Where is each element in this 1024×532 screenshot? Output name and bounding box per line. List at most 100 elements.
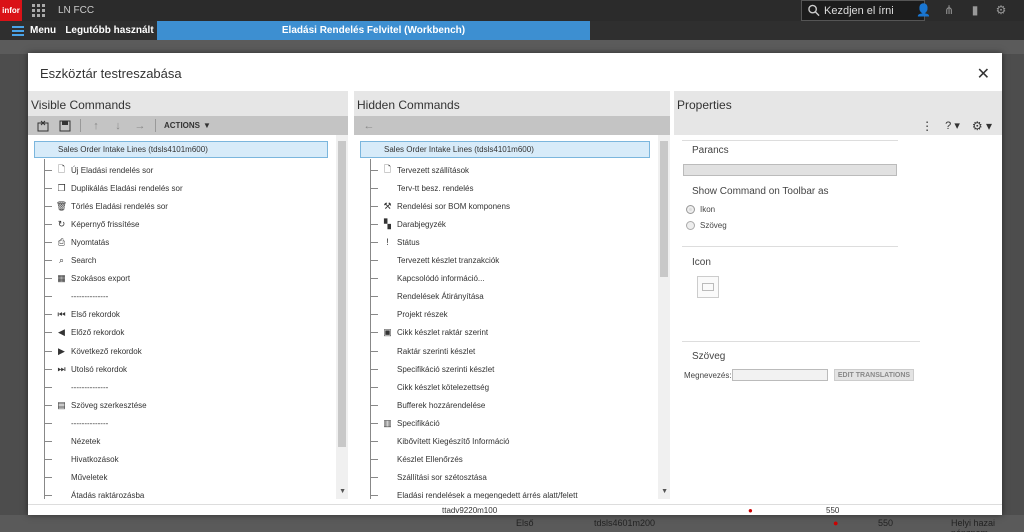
hidden-command-label: Bufferek hozzárendelése <box>397 400 486 410</box>
hidden-scrollbar[interactable]: ▼ <box>658 135 670 499</box>
edit-translations-button[interactable]: EDIT TRANSLATIONS <box>834 369 914 381</box>
visible-command-item[interactable]: 🗑 Törlés Eladási rendelés sor <box>44 197 168 215</box>
gear-icon[interactable]: ⚙ ▾ <box>972 119 992 133</box>
radio-button[interactable] <box>686 205 695 214</box>
visible-command-item[interactable]: ↻ Képernyő frissítése <box>44 215 139 233</box>
hidden-command-label: Specifikáció szerinti készlet <box>397 364 495 374</box>
remove-command-icon[interactable] <box>32 116 54 135</box>
hidden-command-item[interactable]: Rendelések Átirányítása <box>370 288 484 306</box>
move-down-icon[interactable]: ↓ <box>107 116 129 135</box>
hidden-command-item[interactable]: ⚒ Rendelési sor BOM komponens <box>370 197 510 215</box>
visible-command-item[interactable]: ⏮ Első rekordok <box>44 306 120 324</box>
hidden-command-item[interactable]: Bufferek hozzárendelése <box>370 396 485 414</box>
scroll-down-icon[interactable]: ▼ <box>661 488 668 495</box>
visible-command-item[interactable]: Átadás raktározásba <box>44 487 144 499</box>
bg-session-code: tdsls4601m200 <box>594 518 656 528</box>
actions-menu-button[interactable]: ACTIONS ▼ <box>164 121 211 130</box>
visible-command-label: -------------- <box>71 418 109 428</box>
hidden-command-item[interactable]: ▥ Specifikáció <box>370 414 440 432</box>
hidden-command-item[interactable]: Projekt részek <box>370 306 448 324</box>
save-icon[interactable] <box>54 116 76 135</box>
hidden-command-item[interactable]: Specifikáció szerinti készlet <box>370 360 494 378</box>
visible-command-item[interactable]: ◀ Előző rekordok <box>44 324 124 342</box>
move-up-icon[interactable]: ↑ <box>85 116 107 135</box>
more-vertical-icon[interactable]: ⋮ <box>921 119 933 133</box>
new-doc-icon: 🗋 <box>57 164 66 174</box>
hidden-command-item[interactable]: Raktár szerinti készlet <box>370 342 475 360</box>
toolbar-divider <box>80 119 81 132</box>
tab-recent[interactable]: Legutóbb használt <box>62 21 157 40</box>
menu-button[interactable]: Menu <box>0 21 62 40</box>
visible-command-item[interactable]: Hivatkozások <box>44 451 119 469</box>
hidden-command-item[interactable]: ▚ Darabjegyzék <box>370 215 446 233</box>
hidden-command-item[interactable]: Cikk készlet kötelezettség <box>370 378 489 396</box>
hidden-command-item[interactable]: ! Státus <box>370 233 420 251</box>
visible-command-item[interactable]: ⎙ Nyomtatás <box>44 233 109 251</box>
visible-scroll-thumb[interactable] <box>338 141 346 447</box>
hidden-command-item[interactable]: Kibővített Kiegészítő Információ <box>370 433 510 451</box>
hidden-command-item[interactable]: Szállítási sor szétosztása <box>370 469 487 487</box>
move-left-icon[interactable]: ← <box>358 116 380 135</box>
hidden-command-label: Terv-tt besz. rendelés <box>397 183 474 193</box>
hidden-command-item[interactable]: Kapcsolódó információ... <box>370 270 485 288</box>
hidden-root-item[interactable]: Sales Order Intake Lines (tdsls4101m600) <box>360 141 650 158</box>
visible-command-label: Műveletek <box>71 473 108 483</box>
global-search[interactable] <box>801 0 925 21</box>
app-switcher-icon[interactable] <box>32 3 46 18</box>
hidden-command-item[interactable]: Készlet Ellenőrzés <box>370 451 463 469</box>
visible-command-item[interactable]: ▶ Következő rekordok <box>44 342 142 360</box>
move-right-icon[interactable]: → <box>129 116 151 135</box>
search-input[interactable] <box>824 4 924 17</box>
bom-icon: ⚒ <box>383 200 392 211</box>
visible-command-label: Szokásos export <box>71 274 131 284</box>
visible-command-item[interactable]: -------------- <box>44 378 108 396</box>
visible-command-item[interactable]: -------------- <box>44 414 108 432</box>
bookmark-icon[interactable]: ▮ <box>968 3 982 17</box>
visible-command-item[interactable]: ▦ Szokásos export <box>44 270 130 288</box>
visible-command-item[interactable]: Nézetek <box>44 433 100 451</box>
close-icon[interactable]: ✕ <box>977 64 990 84</box>
hidden-command-item[interactable]: ▣ Cikk készlet raktár szerint <box>370 324 488 342</box>
visible-command-label: Nyomtatás <box>71 237 110 247</box>
user-icon[interactable]: 👤 <box>916 3 931 17</box>
visible-command-item[interactable]: ❐ Duplikálás Eladási rendelés sor <box>44 179 183 197</box>
visible-command-item[interactable]: 🗋 Új Eladási rendelés sor <box>44 161 153 179</box>
bg-error-icon: ● <box>833 518 839 528</box>
radio-icon-option[interactable]: Ikon <box>686 205 715 214</box>
visible-command-label: -------------- <box>71 382 109 392</box>
tab-sales-order-workbench[interactable]: Eladási Rendelés Felvitel (Workbench) <box>157 21 590 40</box>
help-icon[interactable]: ? ▾ <box>945 119 960 132</box>
hidden-command-item[interactable]: 🗋 Tervezett szállítások <box>370 161 469 179</box>
background-status-row: Első tdsls4601m200 ● 550 Helyi hazai pén… <box>0 515 1024 532</box>
visible-root-item[interactable]: Sales Order Intake Lines (tdsls4101m600) <box>34 141 328 158</box>
visible-commands-title: Visible Commands <box>31 98 131 112</box>
hidden-command-item[interactable]: Eladási rendelések a megengedett árrés a… <box>370 487 578 499</box>
name-input[interactable] <box>732 369 828 381</box>
visible-command-item[interactable]: ⏭ Utolsó rekordok <box>44 360 127 378</box>
hidden-command-item[interactable]: Terv-tt besz. rendelés <box>370 179 473 197</box>
visible-command-item[interactable]: ▤ Szöveg szerkesztése <box>44 396 147 414</box>
visible-command-item[interactable]: -------------- <box>44 288 108 306</box>
share-icon[interactable]: ⋔ <box>942 3 956 17</box>
hidden-command-item[interactable]: Tervezett készlet tranzakciók <box>370 252 499 270</box>
image-placeholder-icon[interactable] <box>697 276 719 298</box>
background-toolbar <box>0 40 1024 54</box>
radio-icon-label: Ikon <box>700 205 716 214</box>
settings-icon[interactable]: ⚙ <box>994 3 1008 17</box>
visible-command-label: Előző rekordok <box>71 328 125 338</box>
hidden-scroll-thumb[interactable] <box>660 141 668 277</box>
visible-command-item[interactable]: ⌕ Search <box>44 252 96 270</box>
radio-button[interactable] <box>686 221 695 230</box>
radio-text-option[interactable]: Szöveg <box>686 221 727 230</box>
scroll-down-icon[interactable]: ▼ <box>339 488 346 495</box>
visible-scrollbar[interactable]: ▼ <box>336 135 348 499</box>
visible-command-item[interactable]: Műveletek <box>44 469 107 487</box>
